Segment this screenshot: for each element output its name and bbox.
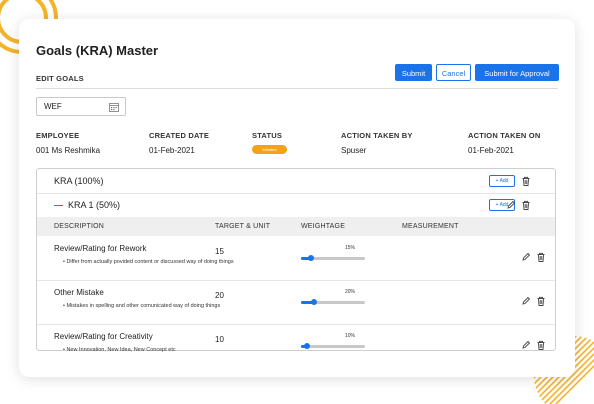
created-date-value: 01-Feb-2021 xyxy=(149,146,195,155)
goal-target: 10 xyxy=(215,335,224,344)
target-unit-column-header: TARGET & UNIT xyxy=(215,223,271,230)
action-taken-on-header: ACTION TAKEN ON xyxy=(468,131,541,140)
submit-for-approval-button[interactable]: Submit for Approval xyxy=(475,64,559,81)
trash-icon[interactable] xyxy=(536,340,546,350)
table-row: Other Mistake • Mistakes in spelling and… xyxy=(37,280,555,325)
kra-sub-row: — KRA 1 (50%) + Add xyxy=(37,193,555,218)
calendar-icon[interactable] xyxy=(109,102,119,112)
weightage-value: 20% xyxy=(345,289,356,295)
goal-target: 20 xyxy=(215,291,224,300)
goals-card: Goals (KRA) Master Submit Cancel Submit … xyxy=(19,19,575,377)
weightage-column-header: WEIGHTAGE xyxy=(301,223,346,230)
weightage-slider[interactable] xyxy=(301,299,365,305)
goal-target: 15 xyxy=(215,247,224,256)
trash-icon[interactable] xyxy=(536,296,546,306)
action-taken-by-header: ACTION TAKEN BY xyxy=(341,131,413,140)
goal-name: Other Mistake xyxy=(54,288,104,297)
table-row: Review/Rating for Creativity • New Innov… xyxy=(37,324,555,353)
wef-date-field[interactable]: WEF xyxy=(36,97,126,116)
pencil-icon[interactable] xyxy=(521,296,531,306)
created-date-header: CREATED DATE xyxy=(149,131,210,140)
kra-sub-label: KRA 1 (50%) xyxy=(68,200,121,210)
weightage-value: 15% xyxy=(345,245,356,251)
add-kra-button[interactable]: + Add xyxy=(489,175,515,187)
divider xyxy=(36,88,558,89)
trash-icon[interactable] xyxy=(521,200,531,210)
weightage-slider-knob[interactable] xyxy=(307,255,314,261)
kra-panel: KRA (100%) + Add — KRA 1 (50%) + Add DES… xyxy=(36,168,556,353)
weightage-value: 10% xyxy=(345,333,356,339)
kra-row: KRA (100%) + Add xyxy=(37,169,555,194)
collapse-icon[interactable]: — xyxy=(54,200,63,210)
weightage-slider-knob[interactable] xyxy=(310,299,317,305)
goal-name: Review/Rating for Creativity xyxy=(54,332,153,341)
pencil-icon[interactable] xyxy=(521,340,531,350)
table-row: Review/Rating for Rework • Differ from a… xyxy=(37,236,555,281)
status-header: STATUS xyxy=(252,131,283,140)
pencil-icon[interactable] xyxy=(521,252,531,262)
trash-icon[interactable] xyxy=(536,252,546,262)
section-title: EDIT GOALS xyxy=(36,74,84,83)
measurement-column-header: MEASUREMENT xyxy=(402,223,459,230)
action-taken-on-value: 01-Feb-2021 xyxy=(468,146,514,155)
pencil-icon[interactable] xyxy=(506,200,516,210)
weightage-slider-knob[interactable] xyxy=(304,343,311,349)
page-title: Goals (KRA) Master xyxy=(36,43,159,58)
employee-header: EMPLOYEE xyxy=(36,131,80,140)
submit-button[interactable]: Submit xyxy=(395,64,432,81)
trash-icon[interactable] xyxy=(521,176,531,186)
status-badge: Initiated xyxy=(252,145,287,154)
goal-name: Review/Rating for Rework xyxy=(54,244,147,253)
goal-description: • Mistakes in spelling and other comunic… xyxy=(63,303,221,309)
action-taken-by-value: Spuser xyxy=(341,146,367,155)
table-header: DESCRIPTION TARGET & UNIT WEIGHTAGE MEAS… xyxy=(37,217,555,236)
wef-label: WEF xyxy=(44,102,62,111)
cancel-button[interactable]: Cancel xyxy=(436,64,471,81)
goal-description: • Differ from actually povided content o… xyxy=(63,259,234,265)
weightage-slider[interactable] xyxy=(301,343,365,349)
goal-description: • New Innovation, New Idea, New Concept … xyxy=(63,347,176,353)
weightage-slider[interactable] xyxy=(301,255,365,261)
description-column-header: DESCRIPTION xyxy=(54,223,105,230)
kra-label: KRA (100%) xyxy=(54,176,104,186)
employee-value: 001 Ms Reshmika xyxy=(36,146,101,155)
